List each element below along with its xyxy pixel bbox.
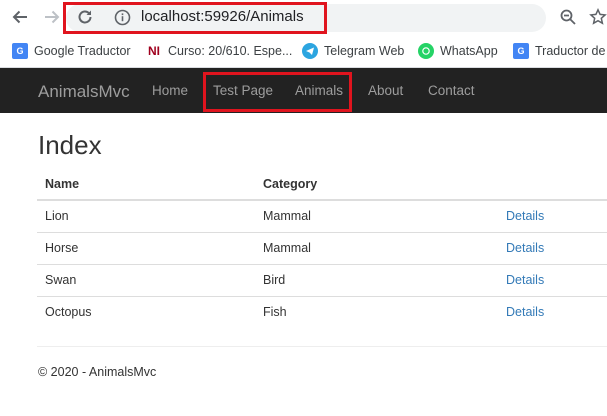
- cell-category: Bird: [255, 263, 498, 296]
- table-row: Swan Bird Details: [37, 263, 607, 296]
- nav-link-about[interactable]: About: [368, 83, 403, 98]
- nav-link-contact[interactable]: Contact: [428, 83, 475, 98]
- column-header-name: Name: [37, 168, 255, 201]
- footer-divider: [37, 346, 607, 347]
- table-row: Horse Mammal Details: [37, 231, 607, 264]
- cell-category: Mammal: [263, 209, 311, 224]
- bookmark-curso[interactable]: NI Curso: 20/610. Espe...: [146, 42, 292, 60]
- bookmark-label: Curso: 20/610. Espe...: [168, 44, 293, 58]
- google-translate-icon: G: [513, 43, 529, 59]
- bookmarks-bar: G Google Traductor NI Curso: 20/610. Esp…: [0, 34, 607, 68]
- site-info-icon[interactable]: [114, 9, 131, 26]
- ni-icon: NI: [146, 43, 162, 59]
- bookmark-google-translate[interactable]: G Google Traductor: [12, 42, 131, 60]
- details-link[interactable]: Details: [506, 273, 544, 287]
- reload-button[interactable]: [73, 5, 97, 29]
- navbar-brand[interactable]: AnimalsMvc: [38, 82, 130, 102]
- telegram-icon: [302, 43, 318, 59]
- table-header-row: Name Category: [37, 168, 607, 201]
- footer-copyright: © 2020 - AnimalsMvc: [38, 365, 157, 379]
- nav-link-test-page[interactable]: Test Page: [213, 83, 273, 98]
- magnifier-icon: [560, 9, 576, 25]
- details-link[interactable]: Details: [506, 305, 544, 319]
- back-button[interactable]: [8, 5, 32, 29]
- nav-link-home[interactable]: Home: [152, 83, 188, 98]
- cell-name: Swan: [37, 263, 255, 296]
- site-navbar: AnimalsMvc Home Test Page Animals About …: [0, 68, 607, 113]
- column-header-category: Category: [255, 168, 498, 201]
- animals-table: Name Category Lion Mammal Details Horse …: [37, 168, 607, 328]
- bookmark-label: Google Traductor: [34, 44, 131, 58]
- url-text[interactable]: localhost:59926/Animals: [141, 8, 304, 25]
- cell-category: Mammal: [255, 231, 498, 264]
- column-header-actions: [498, 168, 607, 201]
- forward-arrow-icon: [45, 10, 60, 24]
- bookmark-google-translate-2[interactable]: G Traductor de G: [513, 42, 607, 60]
- bookmark-whatsapp[interactable]: WhatsApp: [418, 42, 498, 60]
- cell-category: Fish: [255, 295, 498, 328]
- cell-name: Octopus: [37, 295, 255, 328]
- bookmark-telegram[interactable]: Telegram Web: [302, 42, 404, 60]
- bookmark-label: WhatsApp: [440, 44, 498, 58]
- forward-button[interactable]: [40, 5, 64, 29]
- details-link[interactable]: Details: [506, 209, 544, 223]
- details-link[interactable]: Details: [506, 241, 544, 255]
- cell-name: Lion: [45, 209, 69, 224]
- reload-icon: [78, 10, 92, 24]
- star-icon: [589, 8, 607, 25]
- cell-name: Horse: [37, 231, 255, 264]
- page-title: Index: [38, 130, 102, 160]
- google-translate-icon: G: [12, 43, 28, 59]
- bookmark-label: Traductor de G: [535, 44, 607, 58]
- back-arrow-icon: [12, 10, 27, 24]
- zoom-button[interactable]: [556, 5, 580, 29]
- address-bar[interactable]: [66, 4, 546, 32]
- bookmark-star-button[interactable]: [586, 5, 607, 29]
- table-row: Octopus Fish Details: [37, 295, 607, 328]
- browser-toolbar: localhost:59926/Animals: [0, 0, 607, 34]
- bookmark-label: Telegram Web: [324, 44, 405, 58]
- whatsapp-icon: [418, 43, 434, 59]
- table-row: Lion Mammal Details: [37, 200, 607, 232]
- nav-link-animals[interactable]: Animals: [295, 83, 343, 98]
